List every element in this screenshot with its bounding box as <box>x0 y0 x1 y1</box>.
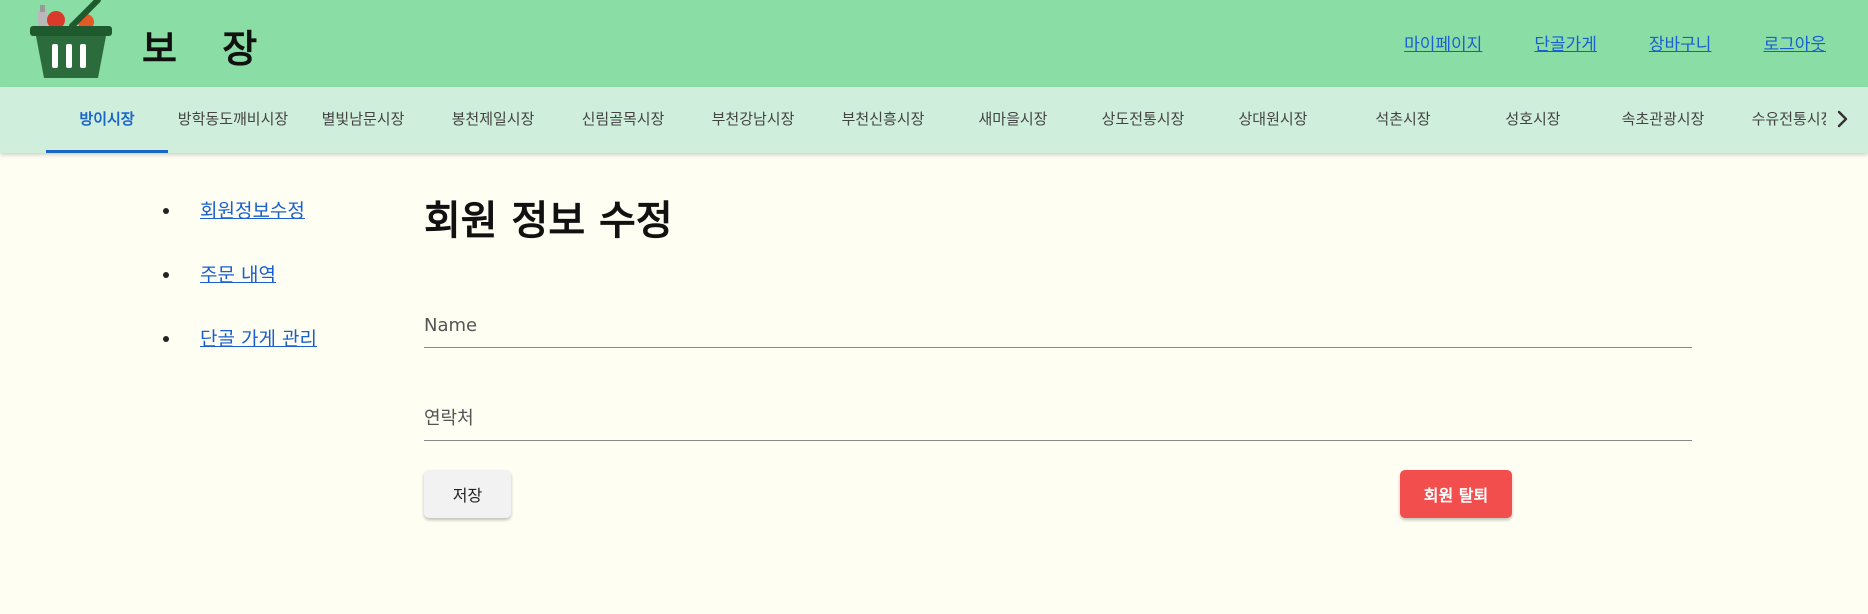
header-nav: 마이페이지 단골가게 장바구니 로그아웃 <box>1352 30 1826 55</box>
top-header: 보 장 마이페이지 단골가게 장바구니 로그아웃 <box>0 0 1868 87</box>
tab-market[interactable]: 상대원시장 <box>1208 87 1338 153</box>
tab-market[interactable]: 부천신흥시장 <box>818 87 948 153</box>
bullet-icon <box>163 272 169 278</box>
market-tab-bar: 방이시장 방학동도깨비시장 별빛남문시장 봉천제일시장 신림골목시장 부천강남시… <box>0 87 1868 153</box>
mypage-sidebar: 회원정보수정 주문 내역 단골 가게 관리 <box>163 196 317 388</box>
sidebar-item-orders: 주문 내역 <box>163 260 317 324</box>
tab-market[interactable]: 상도전통시장 <box>1078 87 1208 153</box>
tab-market[interactable]: 봉천제일시장 <box>428 87 558 153</box>
name-input[interactable] <box>424 303 1692 347</box>
tab-market[interactable]: 방학동도깨비시장 <box>168 87 298 153</box>
sidebar-item-favorites: 단골 가게 관리 <box>163 324 317 388</box>
phone-field <box>424 396 1692 441</box>
tab-market[interactable]: 새마을시장 <box>948 87 1078 153</box>
site-title[interactable]: 보 장 <box>142 18 273 73</box>
page-title: 회원 정보 수정 <box>424 197 673 244</box>
tab-market[interactable]: 수유전통시장 <box>1728 87 1826 153</box>
bullet-icon <box>163 336 169 342</box>
cart-link[interactable]: 장바구니 <box>1649 30 1712 55</box>
logout-link[interactable]: 로그아웃 <box>1763 30 1826 55</box>
tab-market[interactable]: 속초관광시장 <box>1598 87 1728 153</box>
sidebar-link-profile-edit[interactable]: 회원정보수정 <box>200 196 305 223</box>
sidebar-link-orders[interactable]: 주문 내역 <box>200 260 276 287</box>
favorite-stores-link[interactable]: 단골가게 <box>1534 30 1597 55</box>
save-button[interactable]: 저장 <box>424 470 511 518</box>
chevron-right-icon[interactable] <box>1830 107 1854 131</box>
phone-input[interactable] <box>424 396 1692 440</box>
sidebar-link-favorites[interactable]: 단골 가게 관리 <box>200 324 317 351</box>
tab-market[interactable]: 부천강남시장 <box>688 87 818 153</box>
tab-market[interactable]: 별빛남문시장 <box>298 87 428 153</box>
name-field <box>424 303 1692 348</box>
mypage-link[interactable]: 마이페이지 <box>1404 30 1482 55</box>
tab-market[interactable]: 신림골목시장 <box>558 87 688 153</box>
tab-market-active[interactable]: 방이시장 <box>46 87 168 153</box>
tab-market[interactable]: 성호시장 <box>1468 87 1598 153</box>
sidebar-item-profile-edit: 회원정보수정 <box>163 196 317 260</box>
bullet-icon <box>163 208 169 214</box>
withdraw-button[interactable]: 회원 탈퇴 <box>1400 470 1512 518</box>
tab-market[interactable]: 석촌시장 <box>1338 87 1468 153</box>
market-tabs: 방이시장 방학동도깨비시장 별빛남문시장 봉천제일시장 신림골목시장 부천강남시… <box>46 87 1826 153</box>
shopping-basket-icon[interactable] <box>28 0 114 80</box>
